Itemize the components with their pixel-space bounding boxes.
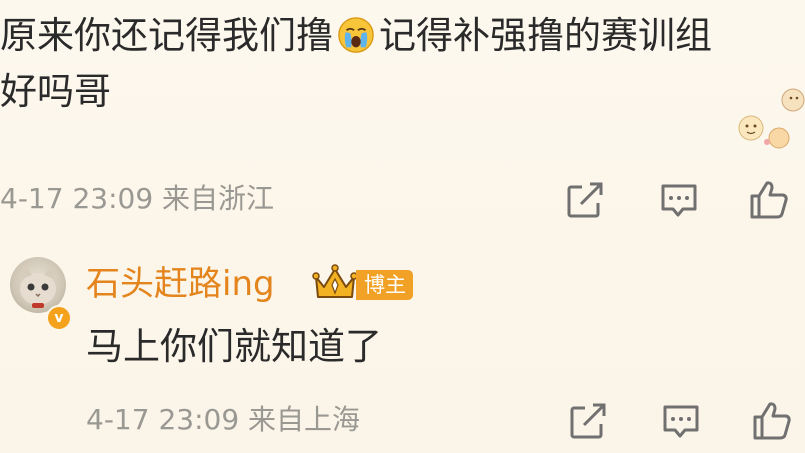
comment-text-part1: 原来你还记得我们撸 xyxy=(0,14,333,57)
v-verified-icon: v xyxy=(46,305,72,331)
share-icon[interactable] xyxy=(564,179,606,221)
comment-line-2: 好吗哥 xyxy=(0,70,111,113)
comment-line-1: 原来你还记得我们撸 记得补强撸的赛训组 xyxy=(0,8,805,64)
comment-icon[interactable] xyxy=(660,400,702,442)
comment-meta-row: 4-17 23:09 来自浙江 xyxy=(0,177,805,223)
owner-badge: 博主 xyxy=(356,270,413,300)
comment-icon[interactable] xyxy=(658,179,700,221)
comment-text-part2: 记得补强撸的赛训组 xyxy=(379,14,712,57)
reply-text: 马上你们就知道了 xyxy=(86,325,382,368)
like-icon[interactable] xyxy=(748,179,790,221)
crown-icon xyxy=(312,264,358,298)
like-icon[interactable] xyxy=(751,400,793,442)
share-icon[interactable] xyxy=(567,400,609,442)
reply-timestamp: 4-17 23:09 来自上海 xyxy=(86,403,361,436)
crying-face-icon xyxy=(338,17,374,53)
comment-body: 原来你还记得我们撸 记得补强撸的赛训组 好吗哥 xyxy=(0,8,805,120)
reply-meta-row: 4-17 23:09 来自上海 xyxy=(0,398,805,444)
sticker-decoration-icon xyxy=(738,88,805,149)
reply-username[interactable]: 石头赶路ing xyxy=(86,262,275,306)
comment-timestamp: 4-17 23:09 来自浙江 xyxy=(0,182,275,215)
